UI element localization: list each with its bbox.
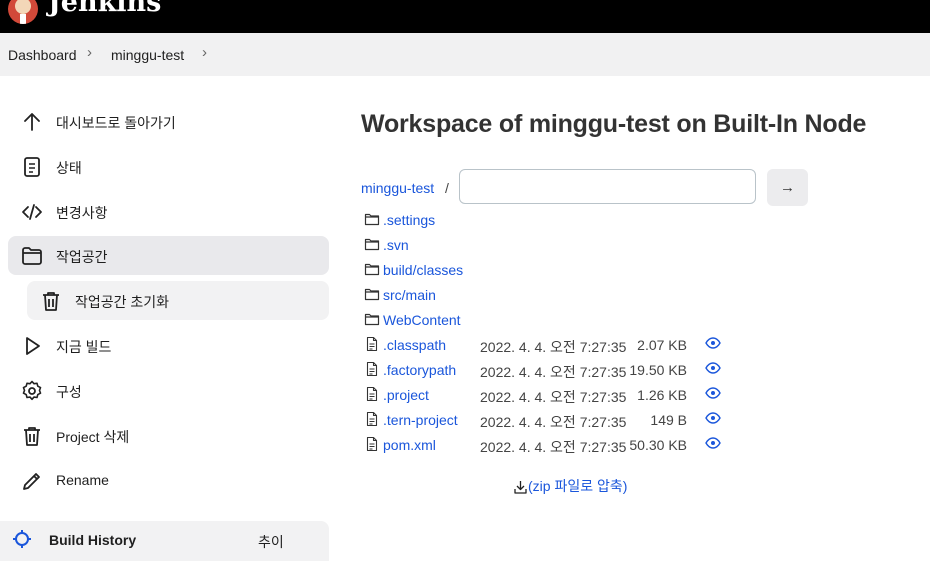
file-icon — [366, 411, 378, 427]
folder-icon — [364, 263, 380, 276]
sidebar-item-build-now[interactable]: 지금 빌드 — [8, 326, 329, 365]
folder-icon — [364, 238, 380, 251]
file-row[interactable]: .classpath 2022. 4. 4. 오전 7:27:35 2.07 KB — [364, 335, 764, 357]
sidebar-item-rename[interactable]: Rename — [8, 461, 329, 500]
build-history-trend-link[interactable]: 추이 — [258, 532, 284, 552]
sidebar-item-label: Rename — [56, 472, 109, 488]
brand-title[interactable]: Jenkins — [48, 0, 161, 18]
file-icon — [366, 336, 378, 352]
sidebar-item-label: Project 삭제 — [56, 429, 130, 445]
sidebar-item-status[interactable]: 상태 — [8, 147, 329, 186]
sidebar-item-label: 지금 빌드 — [56, 339, 112, 355]
sidebar-item-configure[interactable]: 구성 — [8, 371, 329, 410]
file-size: 149 B — [650, 412, 687, 428]
sidebar-item-back-dashboard[interactable]: 대시보드로 돌아가기 — [8, 102, 329, 141]
play-icon — [26, 337, 40, 355]
sidebar-item-label: 상태 — [56, 160, 82, 176]
sidebar-item-wipe-workspace[interactable]: 작업공간 초기화 — [27, 281, 329, 320]
jenkins-logo-icon[interactable] — [8, 0, 38, 24]
folder-name-link[interactable]: src/main — [383, 287, 436, 303]
build-history-title: Build History — [49, 532, 137, 548]
sidebar-item-label: 작업공간 — [56, 249, 108, 265]
file-name-link[interactable]: .factorypath — [383, 362, 456, 378]
sidebar-item-workspace[interactable]: 작업공간 — [8, 236, 329, 275]
sidebar-item-delete-project[interactable]: Project 삭제 — [8, 416, 329, 455]
view-eye-icon[interactable] — [705, 435, 721, 451]
folder-row[interactable]: build/classes — [364, 260, 764, 282]
folder-icon — [364, 288, 380, 301]
sidebar-item-label: 작업공간 초기화 — [75, 294, 170, 310]
breadcrumb-dashboard[interactable]: Dashboard — [8, 47, 77, 63]
zip-download-link[interactable]: (zip 파일로 압축) — [514, 476, 627, 496]
file-date: 2022. 4. 4. 오전 7:27:35 — [480, 339, 627, 355]
path-input[interactable] — [459, 169, 756, 204]
view-eye-icon[interactable] — [705, 410, 721, 426]
path-separator: / — [445, 180, 449, 196]
file-date: 2022. 4. 4. 오전 7:27:35 — [480, 389, 627, 405]
file-size: 19.50 KB — [629, 362, 687, 378]
folder-name-link[interactable]: WebContent — [383, 312, 461, 328]
folder-row[interactable]: WebContent — [364, 310, 764, 332]
pencil-icon — [23, 473, 40, 490]
file-name-link[interactable]: pom.xml — [383, 437, 436, 453]
folder-name-link[interactable]: .svn — [383, 237, 409, 253]
zip-label: (zip 파일로 압축) — [528, 478, 628, 494]
sidebar: 대시보드로 돌아가기 상태 변경사항 작업공간 작업공간 초기화 지금 빌드 구… — [0, 76, 340, 561]
folder-icon — [22, 247, 42, 265]
breadcrumb-project[interactable]: minggu-test — [111, 47, 184, 63]
workspace-root-link[interactable]: minggu-test — [361, 180, 434, 196]
file-date: 2022. 4. 4. 오전 7:27:35 — [480, 414, 627, 430]
document-icon — [24, 157, 40, 177]
file-date: 2022. 4. 4. 오전 7:27:35 — [480, 364, 627, 380]
file-size: 50.30 KB — [629, 437, 687, 453]
file-icon — [366, 436, 378, 452]
trash-icon — [43, 292, 59, 311]
file-name-link[interactable]: .classpath — [383, 337, 446, 353]
file-row[interactable]: .project 2022. 4. 4. 오전 7:27:35 1.26 KB — [364, 385, 764, 407]
folder-icon — [364, 213, 380, 226]
file-icon — [366, 361, 378, 377]
file-date: 2022. 4. 4. 오전 7:27:35 — [480, 439, 627, 455]
trash-icon — [24, 427, 40, 446]
folder-icon — [364, 313, 380, 326]
chevron-right-icon[interactable]: › — [202, 44, 207, 61]
folder-name-link[interactable]: build/classes — [383, 262, 463, 278]
file-row[interactable]: pom.xml 2022. 4. 4. 오전 7:27:35 50.30 KB — [364, 435, 764, 457]
folder-name-link[interactable]: .settings — [383, 212, 435, 228]
go-button[interactable]: → — [767, 169, 808, 206]
file-size: 2.07 KB — [637, 337, 687, 353]
download-icon — [514, 481, 527, 494]
breadcrumb: Dashboard › minggu-test › — [0, 33, 930, 76]
file-icon — [366, 386, 378, 402]
view-eye-icon[interactable] — [705, 360, 721, 376]
folder-row[interactable]: src/main — [364, 285, 764, 307]
page-title: Workspace of minggu-test on Built-In Nod… — [361, 110, 867, 138]
build-history-icon — [13, 530, 31, 548]
file-row[interactable]: .tern-project 2022. 4. 4. 오전 7:27:35 149 B — [364, 410, 764, 432]
file-name-link[interactable]: .project — [383, 387, 429, 403]
gear-icon — [22, 380, 42, 401]
build-history-panel: Build History 추이 — [0, 521, 329, 561]
sidebar-item-changes[interactable]: 변경사항 — [8, 192, 329, 231]
folder-row[interactable]: .svn — [364, 235, 764, 257]
view-eye-icon[interactable] — [705, 385, 721, 401]
sidebar-item-label: 구성 — [56, 384, 82, 400]
file-row[interactable]: .factorypath 2022. 4. 4. 오전 7:27:35 19.50 … — [364, 360, 764, 382]
arrow-up-icon — [24, 113, 40, 131]
folder-row[interactable]: .settings — [364, 210, 764, 232]
chevron-right-icon[interactable]: › — [87, 44, 92, 61]
code-icon — [22, 204, 42, 220]
file-size: 1.26 KB — [637, 387, 687, 403]
sidebar-item-label: 대시보드로 돌아가기 — [56, 115, 176, 131]
view-eye-icon[interactable] — [705, 335, 721, 351]
sidebar-item-label: 변경사항 — [56, 205, 108, 221]
top-header: Jenkins — [0, 0, 930, 33]
file-name-link[interactable]: .tern-project — [383, 412, 458, 428]
